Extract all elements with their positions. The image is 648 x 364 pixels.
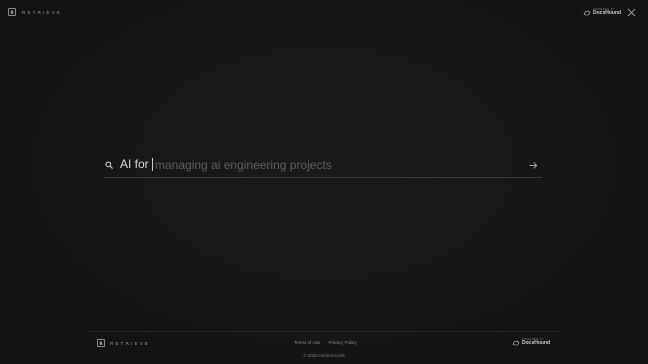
top-bar: R RETRIEVE POWERED BY DocsHound: [0, 0, 648, 26]
search-input[interactable]: [155, 156, 515, 174]
footer-divider: [88, 331, 560, 332]
logo-text: RETRIEVE: [22, 9, 63, 15]
arrow-right-icon[interactable]: [529, 161, 538, 170]
footer-links: Terms of Use Privacy Policy: [294, 340, 357, 345]
docshound-logo-icon: [583, 10, 591, 16]
retrieve-logo[interactable]: R RETRIEVE: [8, 8, 62, 16]
search-prefix: AI for: [120, 157, 149, 171]
footer-logo-mark: R: [97, 339, 105, 347]
logo-mark: R: [8, 8, 16, 16]
search-bar: AI for: [104, 156, 542, 178]
search-overlay: R RETRIEVE POWERED BY DocsHound AI for m…: [0, 0, 648, 364]
text-caret: [152, 158, 153, 171]
footer-powered-by-text: POWERED BY DocsHound: [522, 338, 551, 347]
copyright: © 2025 retrieve.tools: [303, 353, 345, 358]
powered-by-text: POWERED BY DocsHound: [593, 8, 622, 17]
privacy-link[interactable]: Privacy Policy: [329, 340, 357, 345]
footer-powered-by-docshound[interactable]: POWERED BY DocsHound: [512, 338, 551, 347]
search-icon: [105, 161, 113, 169]
close-icon[interactable]: [627, 8, 636, 17]
footer-retrieve-logo[interactable]: R RETRIEVE: [97, 339, 150, 347]
docshound-name: DocsHound: [593, 10, 622, 17]
docshound-logo-icon: [512, 340, 520, 346]
footer-logo-text: RETRIEVE: [110, 340, 151, 346]
footer-docshound-name: DocsHound: [522, 340, 551, 347]
terms-link[interactable]: Terms of Use: [294, 340, 321, 345]
powered-by-docshound[interactable]: POWERED BY DocsHound: [583, 8, 622, 17]
